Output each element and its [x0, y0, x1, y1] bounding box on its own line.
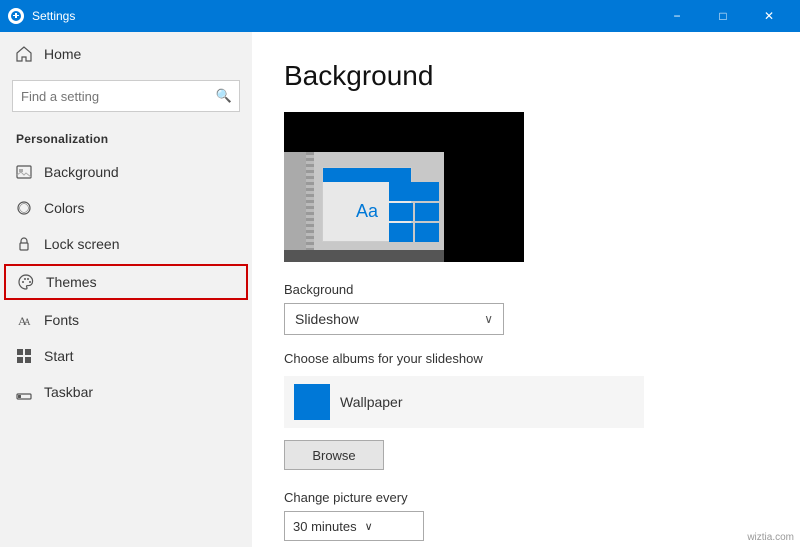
background-preview: Aa — [284, 112, 524, 262]
fonts-icon: AA — [16, 312, 32, 328]
sidebar-item-fonts-label: Fonts — [44, 312, 79, 328]
preview-taskbar — [284, 250, 444, 262]
sidebar-item-start[interactable]: Start — [0, 338, 252, 374]
sidebar-item-start-label: Start — [44, 348, 74, 364]
preview-tile-4 — [415, 223, 439, 242]
page-title: Background — [284, 60, 768, 92]
titlebar: Settings − □ ✕ — [0, 0, 800, 32]
start-icon — [16, 348, 32, 364]
interval-chevron-icon: ∨ — [365, 520, 373, 533]
sidebar-item-fonts[interactable]: AA Fonts — [0, 302, 252, 338]
browse-button[interactable]: Browse — [284, 440, 384, 470]
section-title: Personalization — [0, 124, 252, 154]
background-field-label: Background — [284, 282, 768, 297]
watermark: wiztia.com — [747, 532, 794, 543]
content-area: Background Aa — [252, 32, 800, 547]
titlebar-left: Settings — [0, 8, 75, 24]
interval-value: 30 minutes — [293, 519, 357, 534]
preview-tile-3 — [389, 223, 413, 242]
titlebar-title: Settings — [32, 9, 75, 23]
close-button[interactable]: ✕ — [746, 0, 792, 32]
search-icon: 🔍 — [216, 88, 232, 104]
preview-window-title — [323, 168, 411, 182]
svg-text:A: A — [24, 317, 31, 327]
album-thumbnail — [294, 384, 330, 420]
titlebar-controls: − □ ✕ — [654, 0, 792, 32]
slideshow-section-label: Choose albums for your slideshow — [284, 351, 768, 366]
maximize-button[interactable]: □ — [700, 0, 746, 32]
chevron-down-icon: ∨ — [484, 312, 493, 326]
interval-dropdown[interactable]: 30 minutes ∨ — [284, 511, 424, 541]
album-name: Wallpaper — [340, 394, 403, 410]
themes-icon — [18, 274, 34, 290]
sidebar-item-themes[interactable]: Themes — [4, 264, 248, 300]
sidebar-item-colors-label: Colors — [44, 200, 84, 216]
preview-tile-2 — [415, 203, 439, 222]
home-icon — [16, 46, 32, 62]
minimize-button[interactable]: − — [654, 0, 700, 32]
sidebar-item-colors[interactable]: Colors — [0, 190, 252, 226]
sidebar-item-lock-screen-label: Lock screen — [44, 236, 119, 252]
sidebar-item-background-label: Background — [44, 164, 119, 180]
search-container: 🔍 — [12, 80, 240, 112]
app-body: Home 🔍 Personalization Background Colors — [0, 32, 800, 547]
preview-ruler — [306, 152, 314, 250]
app-icon — [8, 8, 24, 24]
sidebar-item-background[interactable]: Background — [0, 154, 252, 190]
colors-icon — [16, 200, 32, 216]
search-input[interactable] — [12, 80, 240, 112]
sidebar-item-taskbar-label: Taskbar — [44, 384, 93, 400]
sidebar-item-taskbar[interactable]: Taskbar — [0, 374, 252, 410]
preview-desktop: Aa — [284, 152, 444, 262]
background-icon — [16, 164, 32, 180]
sidebar-item-themes-label: Themes — [46, 274, 97, 290]
sidebar: Home 🔍 Personalization Background Colors — [0, 32, 252, 547]
preview-tile-1 — [389, 203, 413, 222]
background-dropdown[interactable]: Slideshow ∨ — [284, 303, 504, 335]
preview-tile-wide — [389, 182, 439, 201]
preview-tiles — [389, 182, 439, 242]
home-label: Home — [44, 46, 81, 62]
change-picture-label: Change picture every — [284, 490, 768, 505]
preview-sidebar — [284, 152, 306, 250]
taskbar-icon — [16, 384, 32, 400]
sidebar-item-lock-screen[interactable]: Lock screen — [0, 226, 252, 262]
lock-icon — [16, 236, 32, 252]
album-row: Wallpaper — [284, 376, 644, 428]
dropdown-value: Slideshow — [295, 311, 359, 327]
sidebar-item-home[interactable]: Home — [0, 32, 252, 76]
